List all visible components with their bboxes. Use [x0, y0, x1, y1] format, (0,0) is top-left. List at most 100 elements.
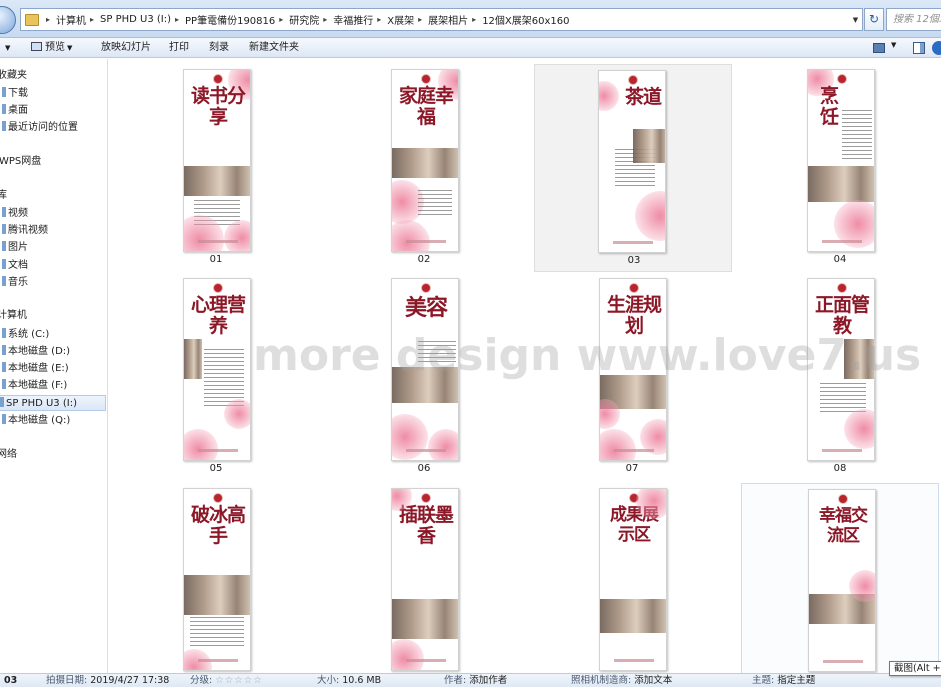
- address-bar-row: ▸ 计算机 ▸ SP PHD U3 (I:) ▸ PP筆電備份190816 ▸ …: [0, 0, 941, 38]
- sidebar-item-network[interactable]: 网络: [0, 447, 17, 463]
- thumbnail: 正面管教: [807, 278, 875, 461]
- videos-icon: [2, 207, 6, 217]
- rating-stars[interactable]: ☆☆☆☆☆: [215, 675, 263, 686]
- sidebar-item-libraries[interactable]: 库: [0, 188, 7, 204]
- new-folder-button[interactable]: 新建文件夹: [249, 38, 299, 58]
- breadcrumb-current-folder[interactable]: 12個X展架60x160: [482, 12, 569, 27]
- breadcrumb-backup[interactable]: PP筆電備份190816: [185, 12, 275, 27]
- file-name: 04: [833, 254, 847, 265]
- preview-pane-icon[interactable]: [913, 42, 925, 54]
- breadcrumb-computer[interactable]: 计算机: [56, 12, 86, 27]
- chevron-right-icon[interactable]: ▸: [418, 15, 422, 24]
- command-toolbar: ▼ 预览 ▼ 放映幻灯片 打印 刻录 新建文件夹 ▼: [0, 38, 941, 58]
- sidebar-item-pictures[interactable]: 图片: [2, 240, 28, 256]
- drive-icon: [2, 379, 6, 389]
- camera-maker-field[interactable]: 添加文本: [634, 675, 672, 686]
- print-button[interactable]: 打印: [169, 38, 189, 58]
- sidebar-item-desktop[interactable]: 桌面: [2, 103, 28, 119]
- subject: 主题: 指定主题: [752, 675, 816, 686]
- thumbnail: 成果展示区: [599, 488, 667, 671]
- tencent-video-icon: [2, 224, 6, 234]
- organize-arrow[interactable]: ▼: [3, 38, 10, 58]
- preview-button[interactable]: 预览 ▼: [31, 38, 72, 58]
- help-icon[interactable]: [932, 41, 941, 55]
- sidebar-item-favorites[interactable]: 收藏夹: [0, 68, 27, 84]
- sidebar-item-videos[interactable]: 视频: [2, 206, 28, 222]
- sidebar-item-drive-c[interactable]: 系统 (C:): [2, 327, 49, 343]
- subject-field[interactable]: 指定主题: [777, 675, 815, 686]
- breadcrumb-photos[interactable]: 展架相片: [428, 12, 468, 27]
- burn-button[interactable]: 刻录: [209, 38, 229, 58]
- file-item[interactable]: 家庭幸福 02: [325, 59, 523, 267]
- address-bar[interactable]: ▸ 计算机 ▸ SP PHD U3 (I:) ▸ PP筆電備份190816 ▸ …: [20, 8, 860, 31]
- search-input[interactable]: 搜索 12個...: [886, 8, 941, 31]
- breadcrumb-institute[interactable]: 研究院: [289, 12, 319, 27]
- drive-icon: [2, 414, 6, 424]
- chevron-right-icon[interactable]: ▸: [46, 15, 50, 24]
- sidebar-item-drive-d[interactable]: 本地磁盘 (D:): [2, 344, 70, 360]
- chevron-right-icon[interactable]: ▸: [472, 15, 476, 24]
- file-name: 06: [417, 463, 431, 474]
- file-name: 05: [209, 463, 223, 474]
- desktop-icon: [2, 104, 6, 114]
- view-dropdown-arrow[interactable]: ▼: [891, 41, 896, 49]
- thumbnail: 读书分享: [183, 69, 251, 252]
- sidebar-item-downloads[interactable]: 下载: [2, 86, 28, 102]
- breadcrumb-drive[interactable]: SP PHD U3 (I:): [100, 14, 171, 25]
- thumbnail: 心理营养: [183, 278, 251, 461]
- drive-icon: [2, 362, 6, 372]
- file-item[interactable]: 美容 06: [325, 268, 523, 476]
- file-item[interactable]: 成果展示区: [533, 478, 731, 673]
- thumbnail: 美容: [391, 278, 459, 461]
- file-item[interactable]: 烹饪 04: [741, 59, 939, 267]
- logo-seal-icon: [837, 74, 847, 84]
- sidebar-item-drive-f[interactable]: 本地磁盘 (F:): [2, 378, 67, 394]
- logo-seal-icon: [628, 75, 638, 85]
- file-list: 读书分享 01 家庭幸福 02 茶道 03 烹饪 04 心理营养 05 美容 0…: [109, 59, 941, 673]
- thumbnail: 烹饪: [807, 69, 875, 252]
- thumbnail: 家庭幸福: [391, 69, 459, 252]
- recent-places-icon: [2, 121, 6, 131]
- sidebar-item-drive-e[interactable]: 本地磁盘 (E:): [2, 361, 69, 377]
- sidebar-item-recent[interactable]: 最近访问的位置: [2, 120, 78, 136]
- author-field[interactable]: 添加作者: [469, 675, 507, 686]
- chevron-right-icon[interactable]: ▸: [175, 15, 179, 24]
- sidebar-item-documents[interactable]: 文档: [2, 258, 28, 274]
- logo-seal-icon: [213, 74, 223, 84]
- usb-drive-icon: [0, 397, 4, 407]
- sidebar-item-music[interactable]: 音乐: [2, 275, 28, 291]
- screenshot-tooltip: 截图(Alt + A): [889, 661, 941, 676]
- file-item-selected[interactable]: 茶道 03: [534, 64, 732, 272]
- breadcrumb-x-stand[interactable]: X展架: [387, 12, 414, 27]
- chevron-right-icon[interactable]: ▸: [323, 15, 327, 24]
- logo-seal-icon: [213, 493, 223, 503]
- file-item[interactable]: 插联墨香: [325, 478, 523, 673]
- sidebar-item-drive-i[interactable]: SP PHD U3 (I:): [0, 395, 106, 411]
- view-icon[interactable]: [873, 43, 885, 53]
- navigation-pane: 收藏夹 下载 桌面 最近访问的位置 WPS网盘 库 视频 腾讯视频 图片 文档 …: [0, 59, 108, 673]
- file-item[interactable]: 心理营养 05: [117, 268, 315, 476]
- sidebar-item-computer[interactable]: 计算机: [0, 308, 27, 324]
- file-item[interactable]: 读书分享 01: [117, 59, 315, 267]
- chevron-right-icon[interactable]: ▸: [377, 15, 381, 24]
- logo-seal-icon: [421, 283, 431, 293]
- chevron-right-icon[interactable]: ▸: [90, 15, 94, 24]
- address-history-dropdown[interactable]: ▼: [849, 8, 863, 31]
- chevron-right-icon[interactable]: ▸: [279, 15, 283, 24]
- refresh-button[interactable]: ↻: [864, 8, 884, 31]
- file-item[interactable]: 破冰高手: [117, 478, 315, 673]
- sidebar-item-tencent-video[interactable]: 腾讯视频: [2, 223, 48, 239]
- file-item[interactable]: 正面管教 08: [741, 268, 939, 476]
- refresh-icon: ↻: [868, 12, 880, 26]
- file-item[interactable]: 幸福交流区: [741, 483, 939, 673]
- file-item[interactable]: 生涯规划 07: [533, 268, 731, 476]
- sidebar-item-wps-cloud[interactable]: WPS网盘: [0, 154, 41, 170]
- thumbnail: 幸福交流区: [808, 489, 876, 672]
- details-pane: 03 拍摄日期: 2019/4/27 17:38 分级: ☆☆☆☆☆ 大小: 1…: [0, 673, 941, 687]
- back-button[interactable]: [0, 6, 16, 34]
- slideshow-button[interactable]: 放映幻灯片: [101, 38, 151, 58]
- thumbnail: 破冰高手: [183, 488, 251, 671]
- breadcrumb-happiness[interactable]: 幸福推行: [333, 12, 373, 27]
- sidebar-item-drive-q[interactable]: 本地磁盘 (Q:): [2, 413, 70, 429]
- drive-icon: [2, 345, 6, 355]
